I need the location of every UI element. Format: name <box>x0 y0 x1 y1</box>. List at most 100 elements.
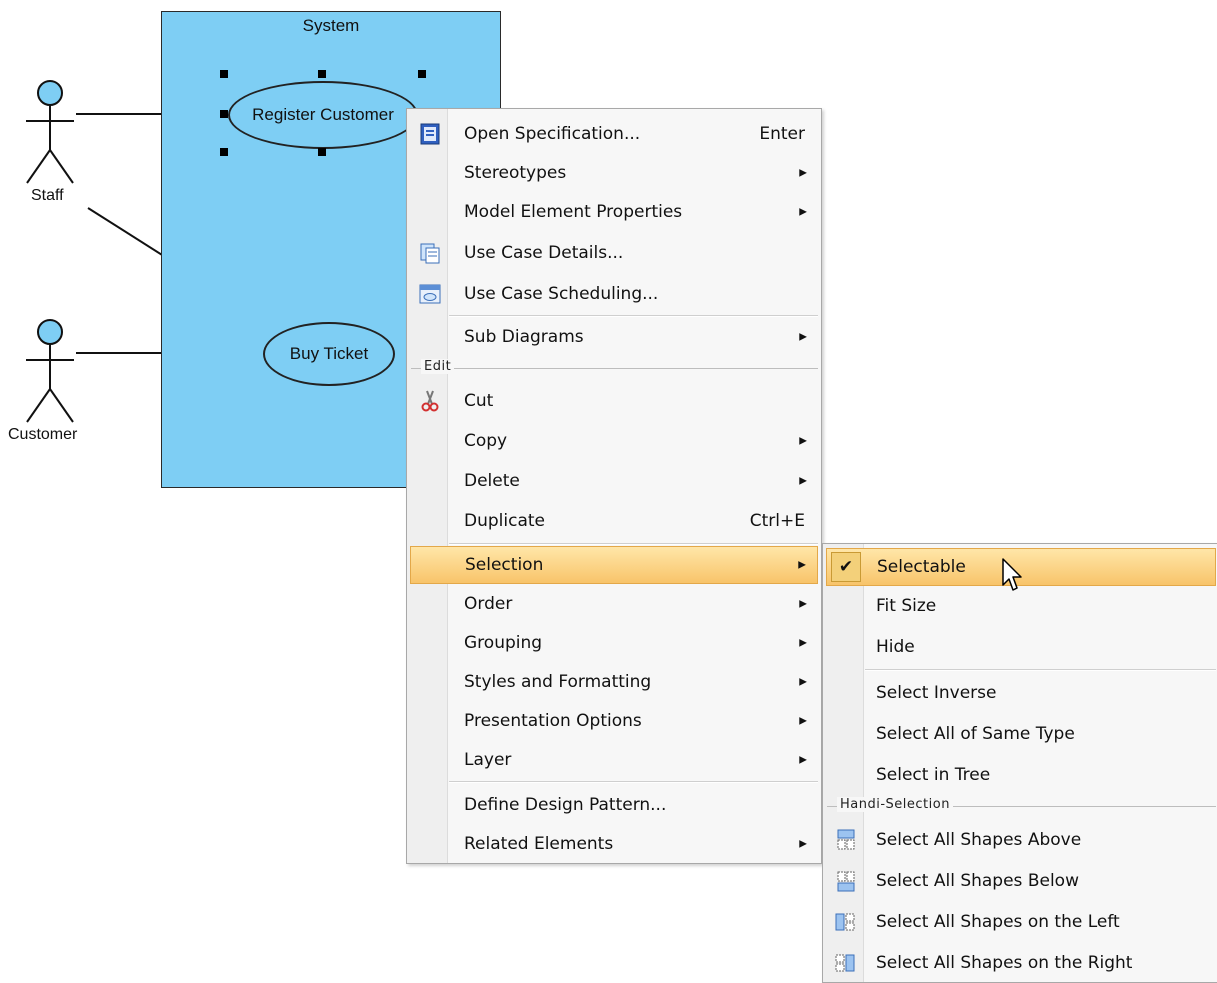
menu-item-label: Define Design Pattern... <box>464 795 667 815</box>
shapes-right-icon <box>835 954 855 972</box>
submenu-arrow-icon: ▶ <box>799 167 807 179</box>
submenu-arrow-icon: ▶ <box>799 754 807 766</box>
actor-label-staff: Staff <box>31 187 64 204</box>
menu-item-selection[interactable]: Selection ▶ <box>410 546 818 584</box>
menu-item-hide[interactable]: Hide <box>826 628 1216 666</box>
menu-item-open-specification[interactable]: Open Specification... Enter <box>410 115 818 153</box>
menu-item-label: Fit Size <box>876 596 937 616</box>
use-case-buy-ticket[interactable]: Buy Ticket <box>263 322 395 386</box>
menu-item-label: Open Specification... <box>464 124 641 144</box>
actor-label-customer: Customer <box>8 426 78 443</box>
menu-item-label: Select All of Same Type <box>876 724 1075 744</box>
use-case-scheduling-icon <box>419 284 441 304</box>
menu-item-label: Styles and Formatting <box>464 672 652 692</box>
menu-item-label: Hide <box>876 637 915 657</box>
menu-item-label: Related Elements <box>464 834 614 854</box>
submenu-arrow-icon: ▶ <box>799 475 807 487</box>
menu-group-label: Handi-Selection <box>837 797 953 812</box>
menu-item-delete[interactable]: Delete ▶ <box>410 462 818 500</box>
resize-handle-sw[interactable] <box>220 148 228 156</box>
menu-item-duplicate[interactable]: Duplicate Ctrl+E <box>410 502 818 540</box>
menu-item-label: Cut <box>464 391 494 411</box>
menu-item-label: Select All Shapes on the Left <box>876 912 1120 932</box>
menu-item-select-all-of-same-type[interactable]: Select All of Same Type <box>826 715 1216 753</box>
menu-item-presentation-options[interactable]: Presentation Options ▶ <box>410 702 818 740</box>
submenu-arrow-icon: ▶ <box>799 206 807 218</box>
submenu-arrow-icon: ▶ <box>799 331 807 343</box>
use-case-details-icon <box>420 243 440 264</box>
resize-handle-w[interactable] <box>220 110 228 118</box>
menu-item-copy[interactable]: Copy ▶ <box>410 422 818 460</box>
menu-item-styles-and-formatting[interactable]: Styles and Formatting ▶ <box>410 663 818 701</box>
menu-item-label: Order <box>464 594 513 614</box>
menu-item-label: Use Case Scheduling... <box>464 284 659 304</box>
selection-submenu: ✔ Selectable Fit Size Hide Select Invers… <box>822 543 1217 983</box>
menu-item-order[interactable]: Order ▶ <box>410 585 818 623</box>
menu-separator <box>449 781 818 783</box>
resize-handle-ne[interactable] <box>418 70 426 78</box>
menu-group-edit: Edit <box>411 359 818 377</box>
menu-item-use-case-scheduling[interactable]: Use Case Scheduling... <box>410 275 818 313</box>
use-case-label: Buy Ticket <box>289 344 369 363</box>
submenu-arrow-icon: ▶ <box>799 838 807 850</box>
menu-item-label: Select Inverse <box>876 683 997 703</box>
resize-handle-n[interactable] <box>318 70 326 78</box>
menu-item-select-in-tree[interactable]: Select in Tree <box>826 756 1216 794</box>
customer-actor-figure <box>26 319 74 423</box>
menu-separator <box>449 543 818 545</box>
menu-item-select-all-shapes-above[interactable]: Select All Shapes Above <box>826 821 1216 859</box>
menu-item-label: Select All Shapes on the Right <box>876 953 1133 973</box>
menu-item-related-elements[interactable]: Related Elements ▶ <box>410 825 818 863</box>
menu-item-label: Use Case Details... <box>464 243 624 263</box>
menu-item-shortcut: Enter <box>759 124 805 144</box>
resize-handle-s[interactable] <box>318 148 326 156</box>
menu-item-sub-diagrams[interactable]: Sub Diagrams ▶ <box>410 318 818 356</box>
system-title: System <box>302 16 360 35</box>
submenu-arrow-icon: ▶ <box>799 637 807 649</box>
menu-item-use-case-details[interactable]: Use Case Details... <box>410 234 818 272</box>
scissors-icon <box>421 390 439 412</box>
menu-item-label: Grouping <box>464 633 543 653</box>
use-case-label: Register Customer <box>252 105 394 124</box>
submenu-arrow-icon: ▶ <box>799 715 807 727</box>
shapes-above-icon <box>837 829 855 850</box>
menu-item-select-inverse[interactable]: Select Inverse <box>826 674 1216 712</box>
menu-item-label: Duplicate <box>464 511 545 531</box>
menu-separator <box>449 315 818 317</box>
menu-item-label: Layer <box>464 750 512 770</box>
menu-item-stereotypes[interactable]: Stereotypes ▶ <box>410 154 818 192</box>
menu-item-label: Stereotypes <box>464 163 567 183</box>
context-menu: Open Specification... Enter Stereotypes … <box>406 108 822 864</box>
menu-item-grouping[interactable]: Grouping ▶ <box>410 624 818 662</box>
menu-item-label: Sub Diagrams <box>464 327 584 347</box>
menu-item-label: Select in Tree <box>876 765 991 785</box>
submenu-arrow-icon: ▶ <box>798 559 806 571</box>
menu-item-label: Copy <box>464 431 508 451</box>
menu-item-define-design-pattern[interactable]: Define Design Pattern... <box>410 786 818 824</box>
use-case-register-customer[interactable]: Register Customer <box>228 81 418 149</box>
menu-item-label: Delete <box>464 471 520 491</box>
menu-item-label: Select All Shapes Above <box>876 830 1082 850</box>
menu-item-layer[interactable]: Layer ▶ <box>410 741 818 779</box>
submenu-arrow-icon: ▶ <box>799 598 807 610</box>
staff-actor-figure <box>26 80 74 184</box>
submenu-arrow-icon: ▶ <box>799 676 807 688</box>
mouse-cursor-icon <box>1002 558 1022 591</box>
menu-item-label: Select All Shapes Below <box>876 871 1079 891</box>
menu-item-select-all-shapes-on-the-left[interactable]: Select All Shapes on the Left <box>826 903 1216 941</box>
shapes-left-icon <box>835 913 855 931</box>
menu-group-label: Edit <box>421 359 455 374</box>
menu-item-label: Model Element Properties <box>464 202 683 222</box>
menu-group-handi-selection: Handi-Selection <box>827 797 1216 815</box>
resize-handle-nw[interactable] <box>220 70 228 78</box>
menu-item-shortcut: Ctrl+E <box>749 511 805 531</box>
menu-item-label: Selectable <box>877 557 966 577</box>
submenu-arrow-icon: ▶ <box>799 435 807 447</box>
shapes-below-icon <box>837 871 855 892</box>
menu-item-label: Selection <box>465 555 544 575</box>
menu-item-cut[interactable]: Cut <box>410 382 818 420</box>
menu-item-select-all-shapes-below[interactable]: Select All Shapes Below <box>826 862 1216 900</box>
menu-item-select-all-shapes-on-the-right[interactable]: Select All Shapes on the Right <box>826 944 1216 982</box>
menu-item-model-element-properties[interactable]: Model Element Properties ▶ <box>410 193 818 231</box>
menu-separator <box>865 669 1216 671</box>
